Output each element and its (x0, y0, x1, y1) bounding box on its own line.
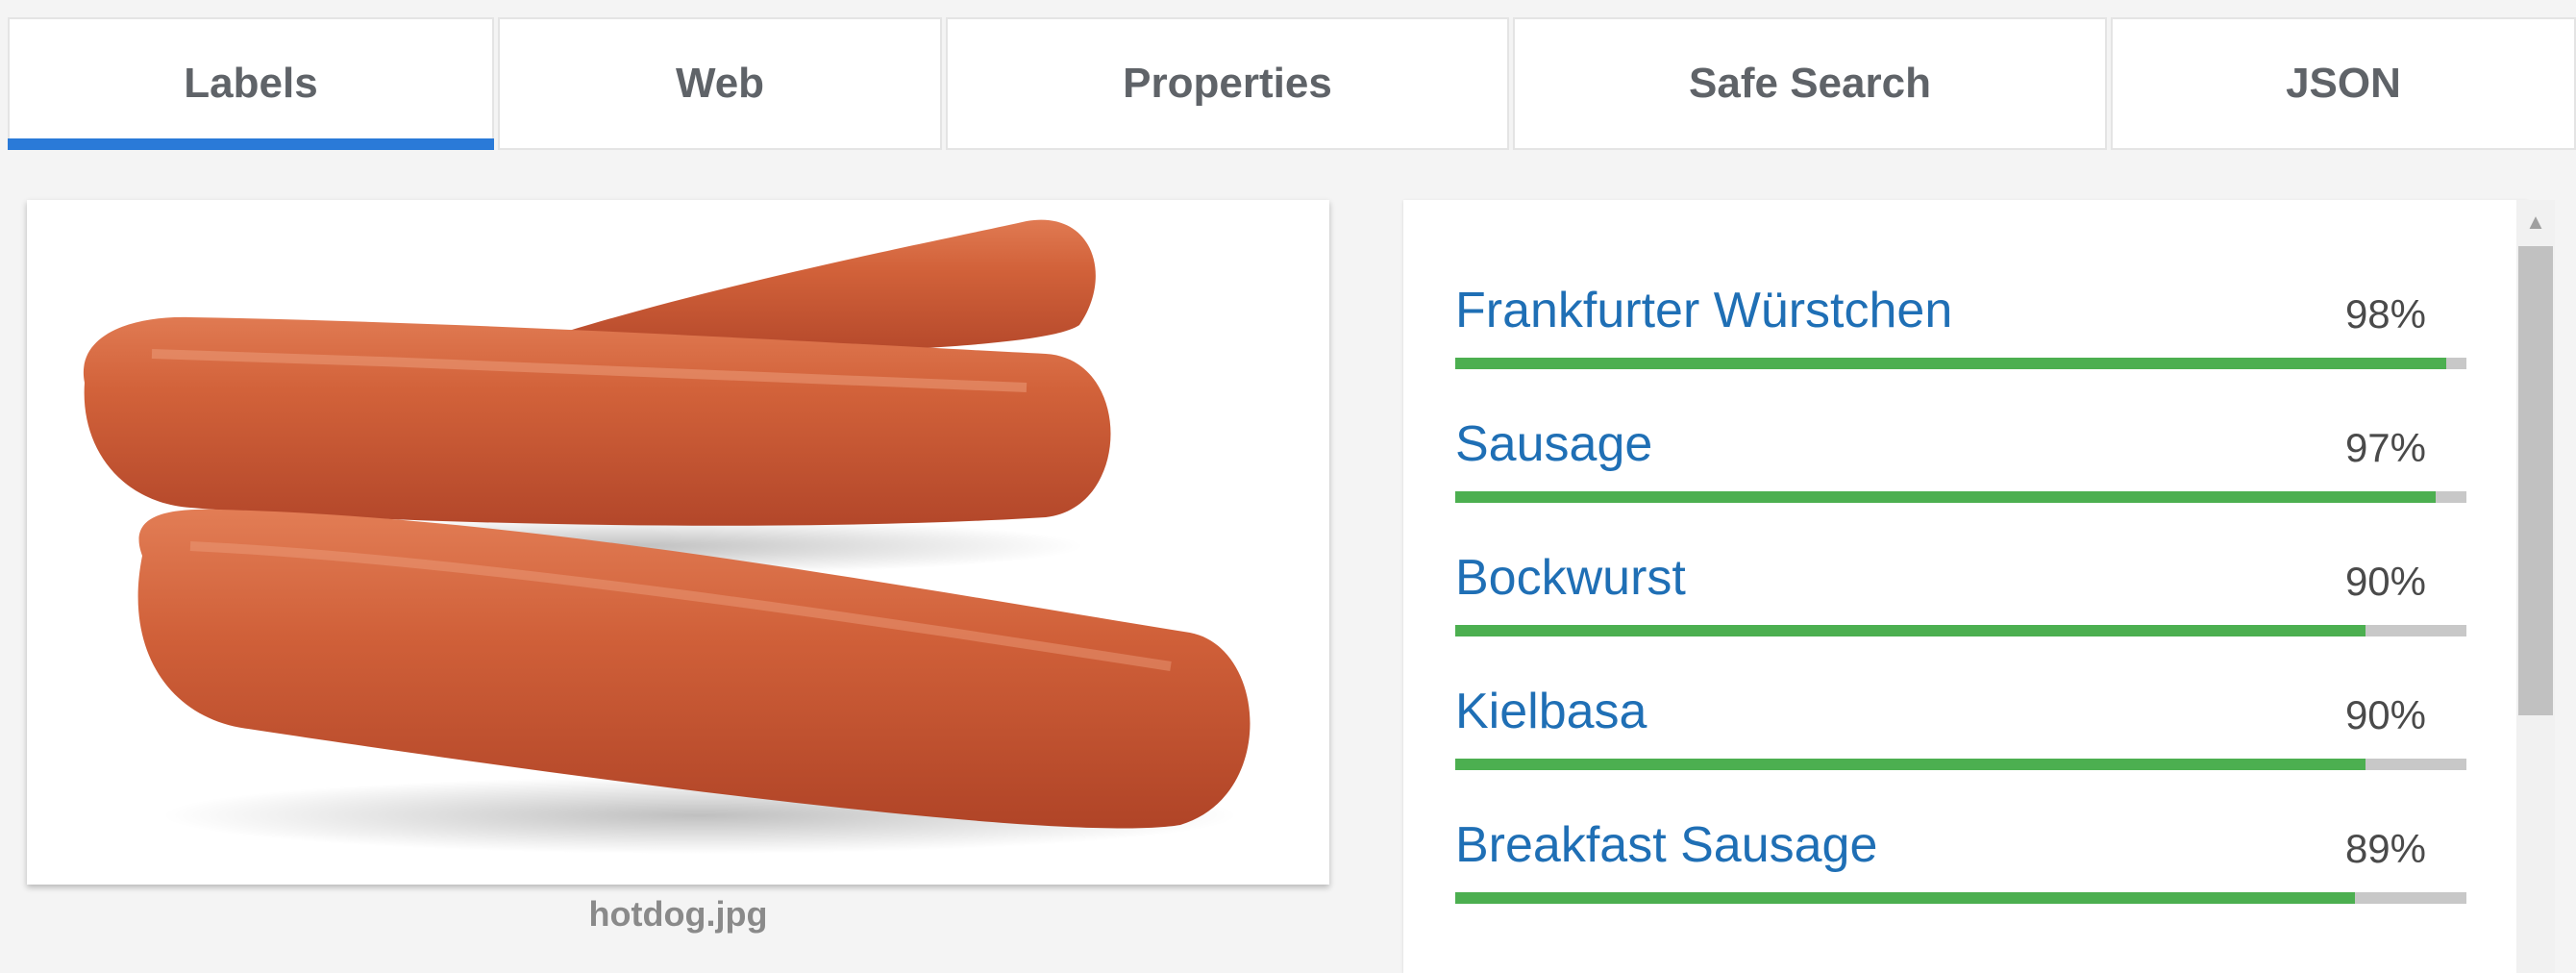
confidence-bar (1455, 358, 2466, 369)
label-score: 89% (2344, 826, 2426, 871)
labels-panel: Frankfurter Würstchen 98% Sausage 97% Bo… (1403, 200, 2528, 973)
tab-web[interactable]: Web (498, 17, 942, 150)
confidence-bar-fill (1455, 759, 2365, 770)
tab-label: Web (675, 60, 765, 107)
label-score: 90% (2344, 692, 2426, 737)
scroll-up-arrow-icon[interactable]: ▲ (2516, 208, 2555, 237)
label-row: Bockwurst 90% (1455, 544, 2466, 650)
tab-label: Labels (184, 60, 318, 107)
tab-bar: Labels Web Properties Safe Search JSON (0, 17, 2576, 152)
confidence-bar (1455, 759, 2466, 770)
confidence-bar (1455, 892, 2466, 904)
tab-labels[interactable]: Labels (8, 17, 494, 150)
sausages-image (27, 200, 1329, 885)
labels-scrollbar[interactable]: ▲ (2516, 200, 2555, 973)
confidence-bar (1455, 491, 2466, 503)
label-score: 97% (2344, 425, 2426, 470)
image-preview (27, 200, 1329, 885)
tab-properties[interactable]: Properties (946, 17, 1509, 150)
label-name: Kielbasa (1455, 684, 1647, 739)
label-name: Breakfast Sausage (1455, 817, 1878, 873)
active-tab-indicator (8, 138, 494, 150)
label-row: Breakfast Sausage 89% (1455, 811, 2466, 917)
label-score: 90% (2344, 559, 2426, 604)
label-name: Bockwurst (1455, 550, 1686, 606)
confidence-bar (1455, 625, 2466, 636)
label-row: Sausage 97% (1455, 411, 2466, 516)
confidence-bar-fill (1455, 358, 2446, 369)
label-name: Sausage (1455, 416, 1653, 472)
confidence-bar-fill (1455, 491, 2437, 503)
scroll-thumb[interactable] (2518, 246, 2553, 715)
image-filename: hotdog.jpg (588, 894, 768, 934)
label-score: 98% (2344, 291, 2426, 337)
tab-label: Safe Search (1689, 60, 1931, 107)
tab-safe-search[interactable]: Safe Search (1513, 17, 2107, 150)
confidence-bar-fill (1455, 625, 2365, 636)
label-row: Frankfurter Würstchen 98% (1455, 277, 2466, 383)
label-row: Kielbasa 90% (1455, 678, 2466, 784)
tab-json[interactable]: JSON (2111, 17, 2576, 150)
tab-label: JSON (2286, 60, 2401, 107)
label-name: Frankfurter Würstchen (1455, 283, 1953, 338)
tab-label: Properties (1123, 60, 1332, 107)
confidence-bar-fill (1455, 892, 2356, 904)
